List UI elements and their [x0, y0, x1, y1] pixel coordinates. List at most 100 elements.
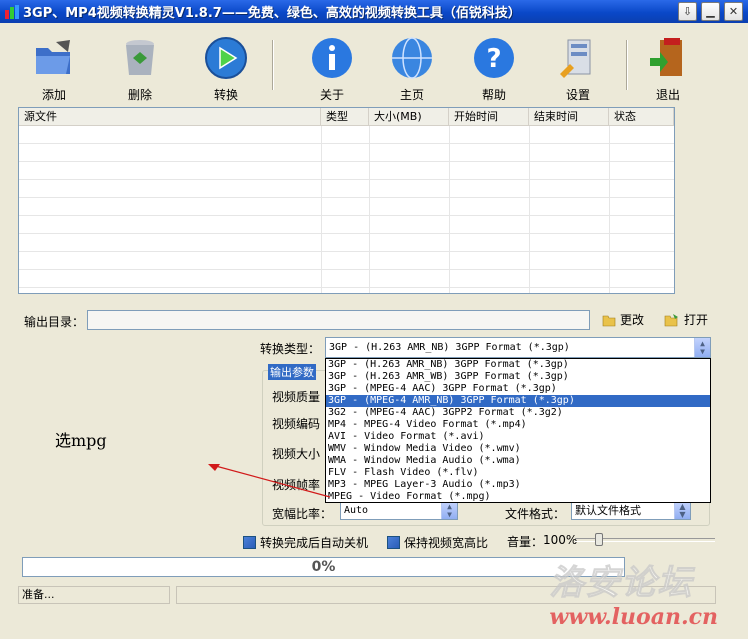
- dropdown-option[interactable]: MP3 - MPEG Layer-3 Audio (*.mp3): [326, 479, 710, 491]
- file-format-select[interactable]: 默认文件格式 ▲ ▼: [571, 501, 691, 520]
- watermark-logo: 洛安论坛 www.luoan.cn: [549, 555, 718, 631]
- convert-type-label: 转换类型：: [260, 342, 321, 356]
- convert-type-select[interactable]: 3GP - (H.263 AMR_NB) 3GPP Format (*.3gp)…: [325, 337, 711, 358]
- window-title: 3GP、MP4视频转换精灵V1.8.7——免费、绿色、高效的视频转换工具（佰锐科…: [23, 6, 521, 21]
- dropdown-option[interactable]: 3G2 - (MPEG-4 AAC) 3GPP2 Format (*.3g2): [326, 407, 710, 419]
- dropdown-option[interactable]: MP4 - MPEG-4 Video Format (*.mp4): [326, 419, 710, 431]
- settings-button[interactable]: 设置: [548, 30, 608, 102]
- output-params-title: 输出参数: [268, 364, 316, 380]
- change-dir-label: 更改: [620, 313, 645, 327]
- file-list-rows: [19, 126, 674, 293]
- close-button[interactable]: ✕: [724, 2, 743, 21]
- exit-button[interactable]: 退出: [638, 30, 698, 102]
- toolbar-separator: [272, 40, 274, 90]
- dropdown-option[interactable]: 3GP - (MPEG-4 AMR_NB) 3GPP Format (*.3gp…: [326, 395, 710, 407]
- column-status[interactable]: 状态: [609, 108, 674, 125]
- toolbar: 添加 删除 转换 关于 主页 ? 帮助 设置 退出: [20, 30, 730, 102]
- convert-button[interactable]: 转换: [196, 30, 256, 102]
- convert-label: 转换: [213, 88, 238, 102]
- play-icon: [205, 37, 247, 79]
- folder-icon: [602, 315, 616, 326]
- column-type[interactable]: 类型: [321, 108, 369, 125]
- column-start-time[interactable]: 开始时间: [449, 108, 529, 125]
- open-dir-button[interactable]: 打开: [664, 311, 708, 328]
- volume-label: 音量：: [507, 535, 544, 549]
- folder-open-icon: [36, 40, 70, 74]
- checkbox-box[interactable]: [387, 536, 400, 549]
- dropdown-option[interactable]: WMV - Window Media Video (*.wmv): [326, 443, 710, 455]
- minimize-button[interactable]: ▁: [701, 2, 720, 21]
- volume-value: 100%: [543, 533, 578, 547]
- video-quality-label: 视频质量: [272, 390, 321, 404]
- dropdown-option[interactable]: MPEG - Video Format (*.mpg): [326, 491, 710, 503]
- down-arrow-icon: ⇩: [682, 5, 693, 18]
- dropdown-option[interactable]: FLV - Flash Video (*.flv): [326, 467, 710, 479]
- dropdown-option[interactable]: 3GP - (MPEG-4 AAC) 3GPP Format (*.3gp): [326, 383, 710, 395]
- delete-button[interactable]: 删除: [110, 30, 170, 102]
- keep-aspect-label: 保持视频宽高比: [404, 536, 489, 550]
- title-bar[interactable]: 3GP、MP4视频转换精灵V1.8.7——免费、绿色、高效的视频转换工具（佰锐科…: [0, 0, 748, 23]
- column-divider: [321, 126, 322, 293]
- column-end-time[interactable]: 结束时间: [529, 108, 609, 125]
- open-folder-icon: [664, 313, 678, 326]
- column-divider: [529, 126, 530, 293]
- column-divider: [369, 126, 370, 293]
- settings-icon: [560, 39, 591, 78]
- updown-arrows-icon[interactable]: ▲ ▼: [694, 338, 710, 357]
- column-divider: [449, 126, 450, 293]
- annotation-text: 选mpg: [55, 431, 107, 450]
- home-button[interactable]: 主页: [382, 30, 442, 102]
- file-list-header: 源文件 类型 大小(MB) 开始时间 结束时间 状态: [19, 108, 674, 126]
- app-icon: [5, 4, 19, 19]
- updown-arrows-icon[interactable]: ▲ ▼: [441, 502, 457, 519]
- aspect-ratio-value: Auto: [344, 505, 369, 516]
- toolbar-separator: [626, 40, 628, 90]
- file-format-label: 文件格式：: [505, 507, 566, 521]
- minimize-icon: ▁: [706, 5, 715, 18]
- progress-bar: 0%: [22, 557, 625, 577]
- help-label: 帮助: [481, 88, 506, 102]
- watermark-url: www.luoan.cn: [549, 604, 718, 630]
- column-size[interactable]: 大小(MB): [369, 108, 449, 125]
- add-button[interactable]: 添加: [24, 30, 84, 102]
- column-source[interactable]: 源文件: [19, 108, 321, 125]
- add-label: 添加: [41, 88, 66, 102]
- file-list[interactable]: 源文件 类型 大小(MB) 开始时间 结束时间 状态: [18, 107, 675, 294]
- exit-door-icon: [650, 38, 682, 76]
- question-icon: ?: [474, 38, 514, 78]
- dropdown-option[interactable]: 3GP - (H.263 AMR_NB) 3GPP Format (*.3gp): [326, 359, 710, 371]
- dropdown-option[interactable]: WMA - Window Media Audio (*.wma): [326, 455, 710, 467]
- globe-icon: [392, 37, 432, 79]
- about-button[interactable]: 关于: [302, 30, 362, 102]
- aspect-ratio-label: 宽幅比率：: [272, 507, 333, 521]
- convert-type-value: 3GP - (H.263 AMR_NB) 3GPP Format (*.3gp): [329, 342, 570, 353]
- settings-label: 设置: [565, 88, 590, 102]
- file-format-value: 默认文件格式: [575, 504, 641, 517]
- delete-label: 删除: [127, 88, 152, 102]
- auto-shutdown-checkbox[interactable]: 转换完成后自动关机: [243, 534, 368, 551]
- checkbox-box[interactable]: [243, 536, 256, 549]
- convert-type-dropdown[interactable]: 3GP - (H.263 AMR_NB) 3GPP Format (*.3gp)…: [325, 358, 711, 503]
- help-button[interactable]: ? 帮助: [464, 30, 524, 102]
- column-divider: [609, 126, 610, 293]
- output-dir-field[interactable]: [87, 310, 590, 330]
- output-dir-label: 输出目录：: [24, 315, 85, 329]
- close-icon: ✕: [728, 5, 739, 18]
- updown-arrows-icon[interactable]: ▲ ▼: [674, 502, 690, 519]
- minimize-to-tray-button[interactable]: ⇩: [678, 2, 697, 21]
- svg-text:?: ?: [486, 44, 501, 74]
- change-dir-button[interactable]: 更改: [602, 311, 644, 328]
- recycle-bin-icon: [126, 40, 154, 75]
- status-text: 准备...: [18, 586, 170, 604]
- home-label: 主页: [399, 88, 424, 102]
- volume-slider-thumb[interactable]: [595, 533, 603, 546]
- volume-slider[interactable]: [575, 533, 715, 546]
- about-label: 关于: [319, 88, 344, 102]
- dropdown-option[interactable]: AVI - Video Format (*.avi): [326, 431, 710, 443]
- aspect-ratio-select[interactable]: Auto ▲ ▼: [340, 501, 458, 520]
- dropdown-option[interactable]: 3GP - (H.263 AMR_WB) 3GPP Format (*.3gp): [326, 371, 710, 383]
- keep-aspect-checkbox[interactable]: 保持视频宽高比: [387, 534, 488, 551]
- auto-shutdown-label: 转换完成后自动关机: [260, 536, 369, 550]
- exit-label: 退出: [655, 88, 680, 102]
- watermark-logo-text: 洛安论坛: [549, 563, 694, 604]
